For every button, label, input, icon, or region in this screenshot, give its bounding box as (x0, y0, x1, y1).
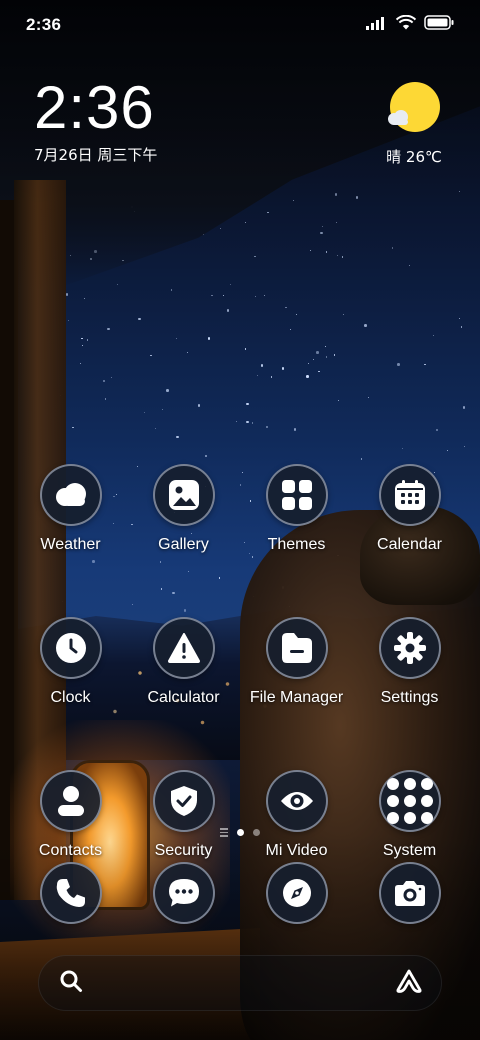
app-list-indicator-icon[interactable] (220, 828, 228, 837)
dock (14, 862, 466, 924)
search-icon[interactable] (59, 969, 83, 998)
app-settings[interactable]: Settings (353, 617, 466, 707)
clock-icon[interactable] (39, 617, 102, 679)
themes-grid-icon[interactable] (265, 464, 328, 526)
folder-app-icon (386, 812, 399, 824)
app-calculator[interactable]: Calculator (127, 617, 240, 707)
status-time: 2:36 (26, 15, 62, 34)
app-clock[interactable]: Clock (14, 617, 127, 707)
app-label: Calculator (147, 689, 220, 706)
app-grid: Weather Gallery Themes Calendar Clock Ca… (14, 464, 466, 860)
clock-time: 2:36 (34, 74, 155, 141)
compass-icon[interactable] (265, 862, 328, 924)
folder-app-grid (386, 778, 433, 824)
page-dot-active[interactable] (237, 828, 244, 836)
clock-date: 7月26日 周三下午 (34, 146, 158, 164)
folder-app-icon (386, 795, 399, 807)
folder-app-icon (420, 795, 433, 807)
app-mi-video[interactable]: Mi Video (240, 770, 353, 860)
dock-messages[interactable] (127, 862, 240, 924)
app-label: System (382, 842, 437, 859)
assistant-icon[interactable] (395, 968, 423, 999)
dock-browser[interactable] (240, 862, 353, 924)
gallery-icon[interactable] (152, 464, 215, 526)
app-label: Contacts (38, 842, 103, 859)
folder-app-icon (420, 778, 433, 790)
search-bar[interactable] (38, 955, 442, 1011)
folder-app-icon (403, 778, 416, 790)
page-dot[interactable] (253, 828, 260, 836)
app-calendar[interactable]: Calendar (353, 464, 466, 554)
app-label: Gallery (158, 536, 209, 553)
app-label: Settings (380, 689, 439, 706)
app-file-manager[interactable]: File Manager (240, 617, 353, 707)
person-icon[interactable] (39, 770, 102, 832)
app-gallery[interactable]: Gallery (127, 464, 240, 554)
folder-app-icon (420, 812, 433, 824)
folder-app-icon (386, 778, 399, 790)
folder-app-icon (403, 795, 416, 807)
shield-check-icon[interactable] (152, 770, 215, 832)
clock-widget[interactable]: 2:36 7月26日 周三下午 (34, 78, 157, 165)
app-label: Clock (50, 689, 91, 706)
wifi-icon (395, 14, 417, 35)
folder-app-icon (403, 812, 416, 824)
sunny-partly-cloudy-icon (388, 82, 440, 134)
warning-triangle-icon[interactable] (152, 617, 215, 679)
app-system-folder[interactable]: System (353, 770, 466, 860)
app-label: Mi Video (265, 842, 328, 859)
weather-cloud-icon[interactable] (39, 464, 102, 526)
status-bar: 2:36 (0, 0, 480, 50)
weather-temperature: 晴 26℃ (386, 148, 442, 166)
status-icons (366, 14, 454, 35)
message-icon[interactable] (152, 862, 215, 924)
gear-icon[interactable] (378, 617, 441, 679)
app-themes[interactable]: Themes (240, 464, 353, 554)
camera-icon[interactable] (378, 862, 441, 924)
dock-camera[interactable] (353, 862, 466, 924)
folder-icon[interactable] (265, 617, 328, 679)
app-label: Calendar (377, 536, 442, 553)
app-label: Security (154, 842, 213, 859)
calendar-icon[interactable] (378, 464, 441, 526)
app-weather[interactable]: Weather (14, 464, 127, 554)
app-contacts[interactable]: Contacts (14, 770, 127, 860)
folder-grid-icon[interactable] (378, 770, 441, 832)
app-label: File Manager (249, 689, 344, 706)
weather-widget[interactable]: 晴 26℃ (384, 82, 444, 167)
eye-icon[interactable] (265, 770, 328, 832)
app-security[interactable]: Security (127, 770, 240, 860)
app-label: Weather (40, 536, 101, 553)
page-indicator[interactable] (0, 828, 480, 837)
app-label: Themes (267, 536, 326, 553)
signal-icon (366, 16, 388, 35)
dock-phone[interactable] (14, 862, 127, 924)
phone-icon[interactable] (39, 862, 102, 924)
battery-icon (424, 15, 454, 35)
